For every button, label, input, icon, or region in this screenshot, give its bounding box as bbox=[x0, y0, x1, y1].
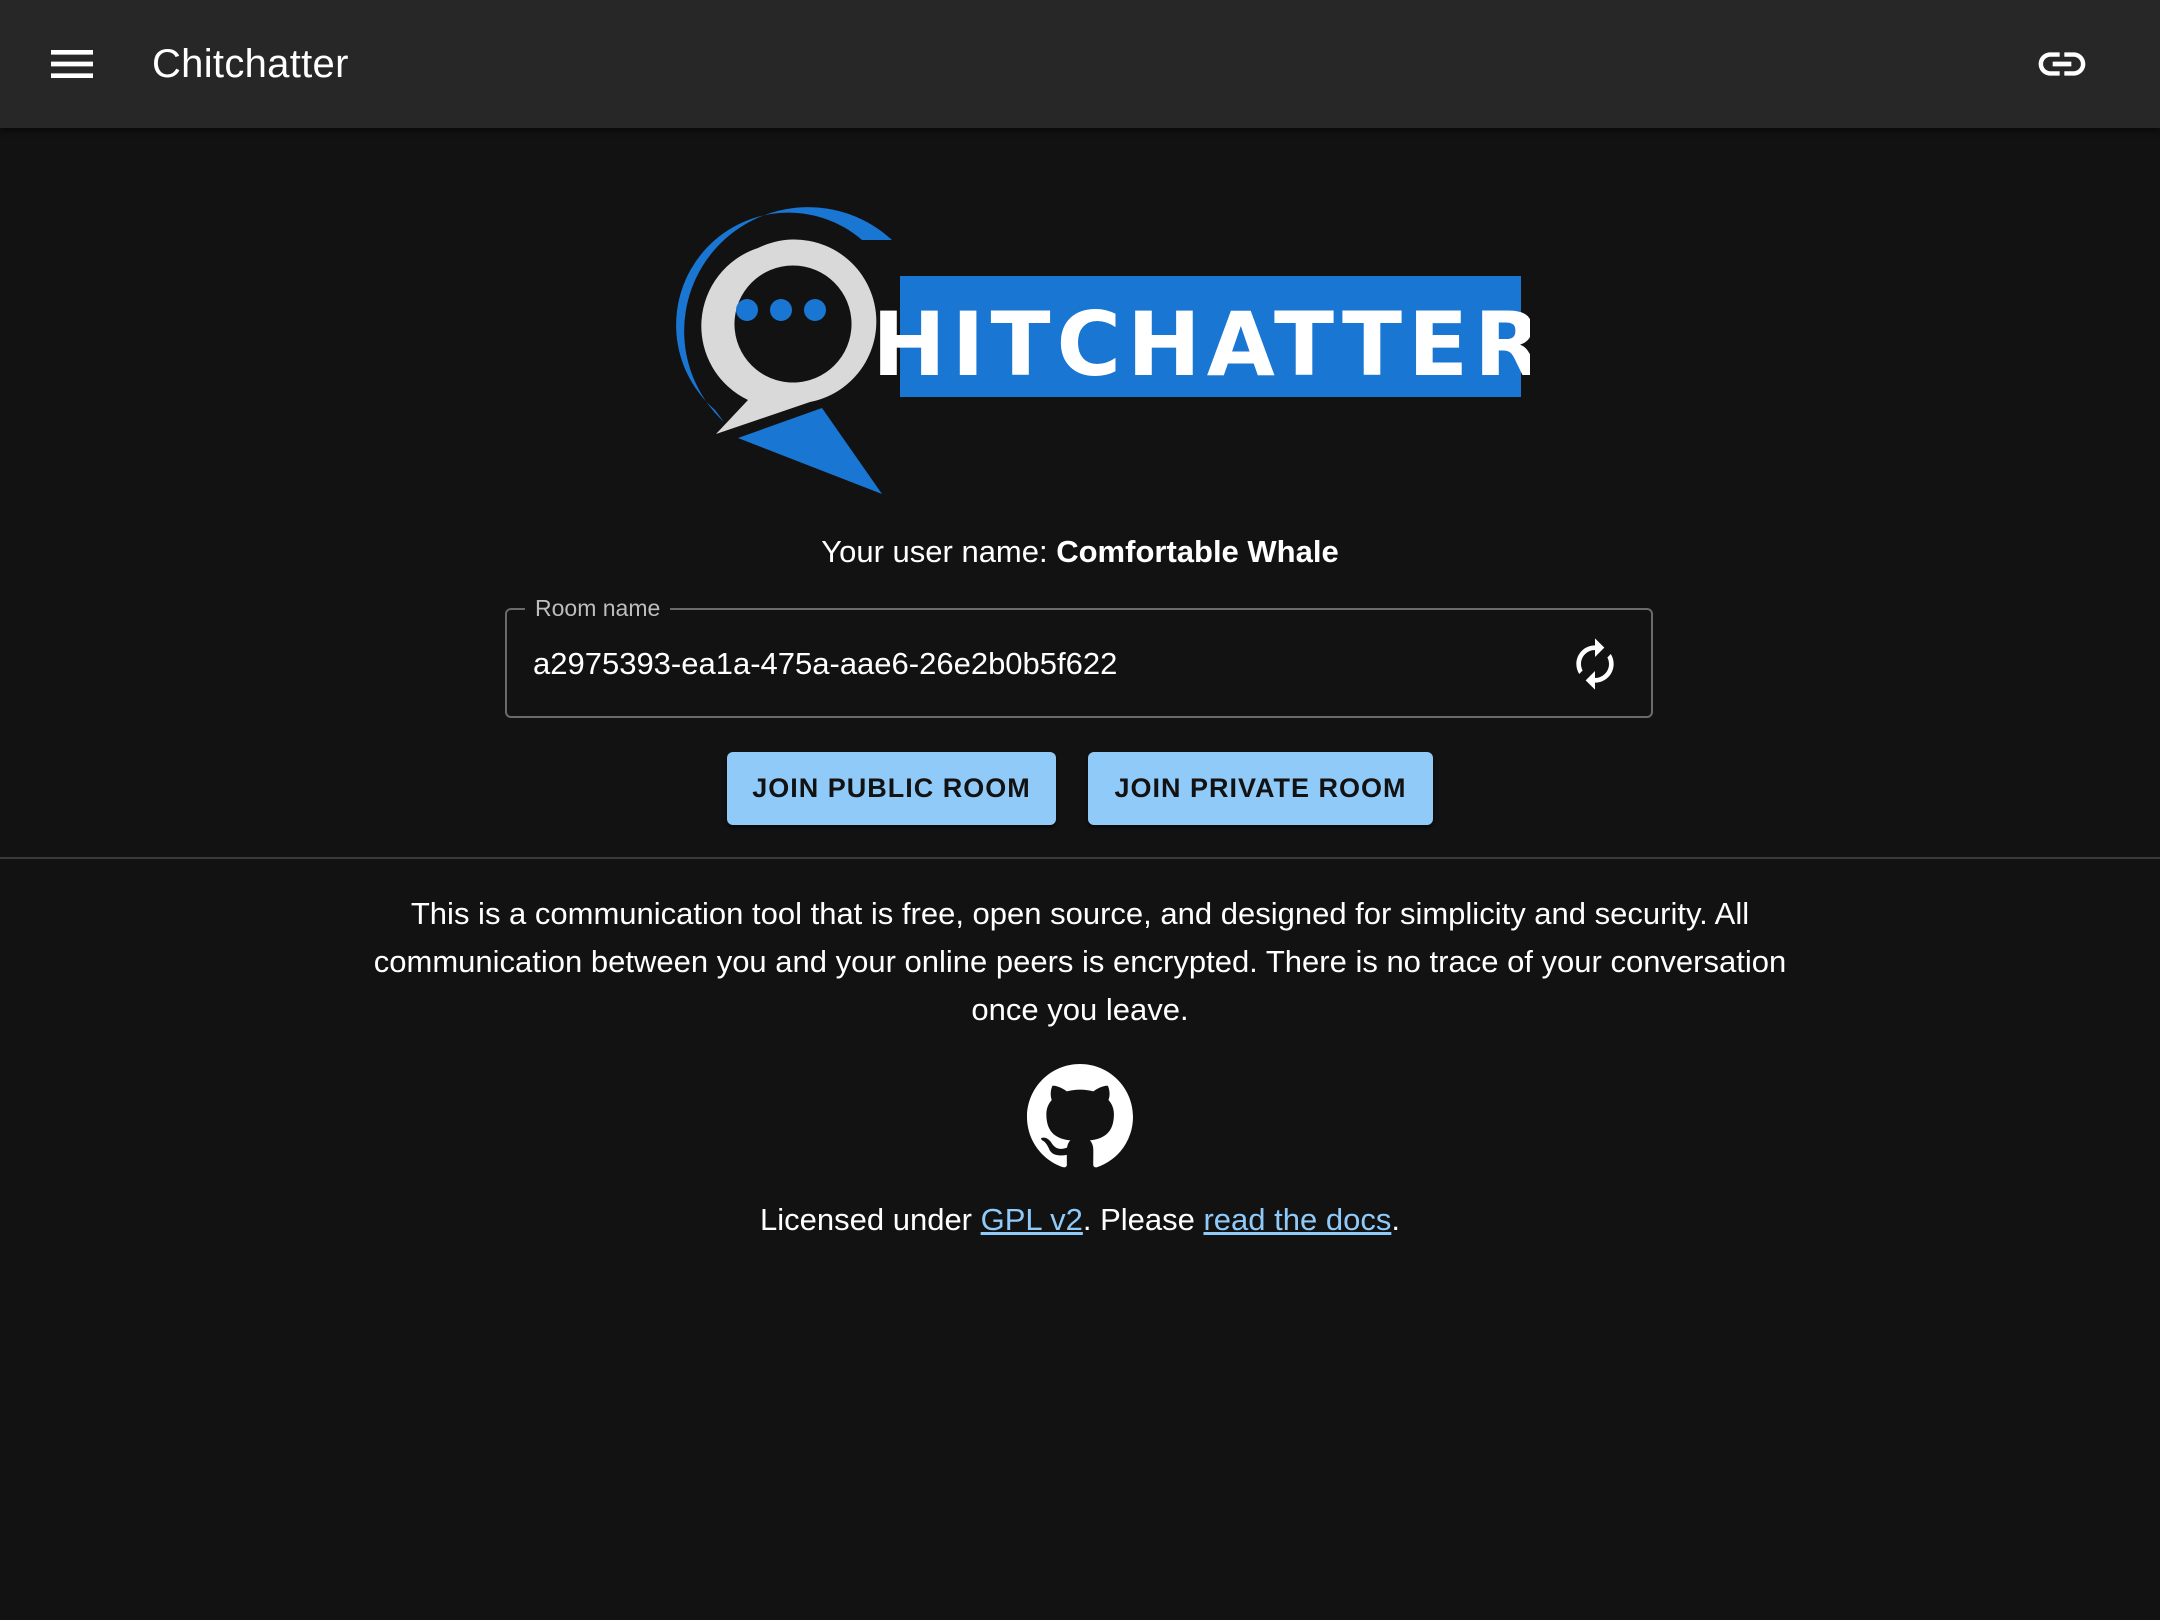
app-title: Chitchatter bbox=[152, 42, 349, 86]
join-private-room-button[interactable]: JOIN PRIVATE ROOM bbox=[1088, 752, 1433, 825]
join-public-room-button[interactable]: JOIN PUBLIC ROOM bbox=[727, 752, 1056, 825]
license-middle: . Please bbox=[1082, 1202, 1204, 1237]
username-label: Your user name: bbox=[821, 534, 1048, 569]
github-link[interactable] bbox=[1027, 1064, 1133, 1170]
username-value: Comfortable Whale bbox=[1056, 534, 1339, 569]
github-icon bbox=[1027, 1064, 1133, 1168]
menu-icon bbox=[51, 50, 93, 78]
refresh-icon bbox=[1576, 638, 1614, 690]
gpl-license-link[interactable]: GPL v2 bbox=[981, 1202, 1083, 1237]
chitchatter-logo: HITCHATTER bbox=[630, 170, 1542, 500]
room-name-label: Room name bbox=[525, 592, 671, 624]
license-prefix: Licensed under bbox=[760, 1202, 981, 1237]
docs-link[interactable]: read the docs bbox=[1203, 1202, 1391, 1237]
regenerate-room-button[interactable] bbox=[1567, 636, 1623, 692]
app-bar: Chitchatter bbox=[0, 0, 2160, 128]
username-display: Your user name: Comfortable Whale bbox=[0, 530, 2160, 574]
copy-link-button[interactable] bbox=[2034, 36, 2090, 92]
menu-button[interactable] bbox=[44, 36, 100, 92]
app-description: This is a communication tool that is fre… bbox=[373, 896, 1787, 1027]
license-text: Licensed under GPL v2. Please read the d… bbox=[0, 1198, 2160, 1242]
link-icon bbox=[2038, 52, 2086, 76]
room-name-field: Room name bbox=[505, 592, 1653, 718]
license-suffix: . bbox=[1391, 1202, 1400, 1237]
logo-text: HITCHATTER bbox=[872, 293, 1530, 396]
divider bbox=[0, 857, 2160, 859]
room-name-input[interactable] bbox=[531, 634, 1515, 694]
